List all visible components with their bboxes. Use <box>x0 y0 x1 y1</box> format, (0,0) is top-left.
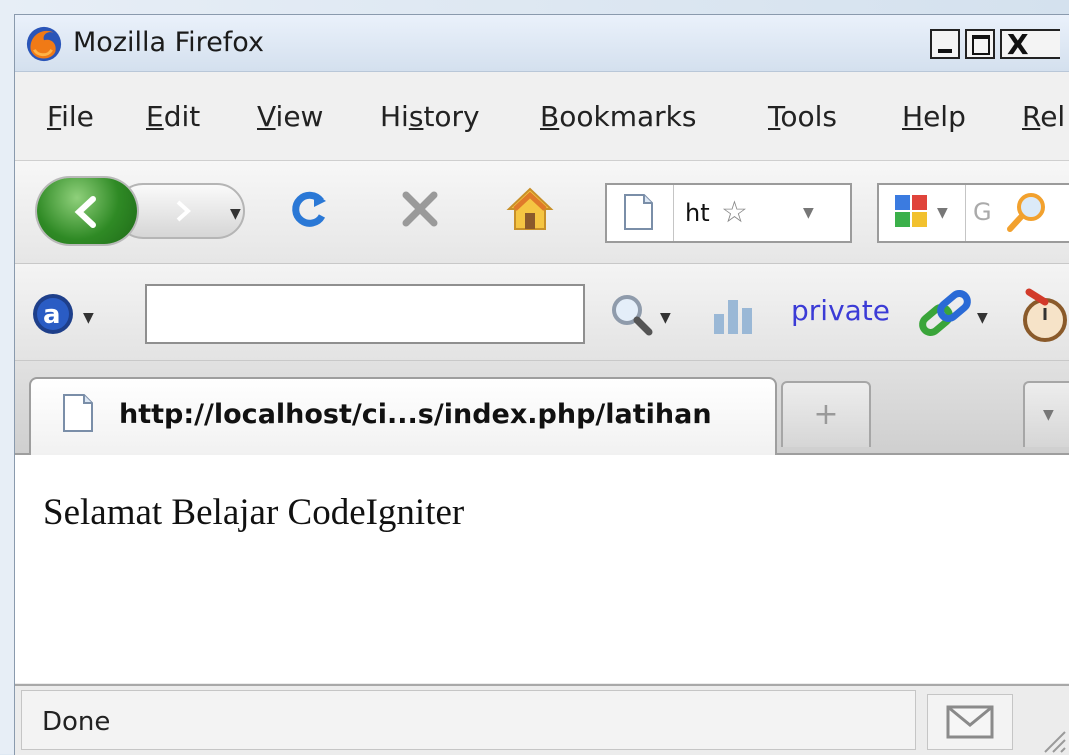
minimize-button[interactable] <box>930 29 960 59</box>
search-input[interactable]: G <box>973 198 992 226</box>
addon-search-input[interactable] <box>145 284 585 344</box>
chain-dropdown-icon[interactable]: ▼ <box>977 310 988 326</box>
url-input[interactable]: ht <box>685 199 710 227</box>
history-dropdown-icon[interactable]: ▼ <box>230 206 241 222</box>
search-divider <box>965 185 966 241</box>
addon-toolbar: a ▼ ▼ private ▼ <box>15 264 1069 361</box>
browser-window: Mozilla Firefox X File Edit View History… <box>14 14 1069 755</box>
menu-view[interactable]: View <box>257 100 323 133</box>
url-divider <box>673 185 674 241</box>
menu-bar: File Edit View History Bookmarks Tools H… <box>15 72 1069 161</box>
status-text: Done <box>42 707 111 737</box>
bar-chart-icon[interactable] <box>712 294 754 336</box>
page-content: Selamat Belajar CodeIgniter <box>15 455 1069 683</box>
magnifier-icon[interactable] <box>607 290 655 338</box>
engine-dropdown-icon[interactable]: ▼ <box>937 205 948 221</box>
gmail-icon <box>946 705 994 739</box>
home-icon[interactable] <box>505 185 555 231</box>
close-icon: X <box>1007 28 1029 61</box>
menu-history[interactable]: History <box>380 100 480 133</box>
maximize-button[interactable] <box>965 29 995 59</box>
gmail-button[interactable] <box>927 694 1013 750</box>
svg-text:a: a <box>43 300 61 330</box>
back-arrow-icon <box>74 196 96 228</box>
stopwatch-icon[interactable] <box>1015 286 1069 344</box>
page-icon <box>63 394 93 432</box>
firefox-icon <box>26 26 62 62</box>
search-engine-icon[interactable] <box>893 193 929 231</box>
title-bar[interactable]: Mozilla Firefox X <box>15 15 1069 72</box>
tab-active[interactable]: http://localhost/ci...s/index.php/latiha… <box>29 377 777 455</box>
menu-help[interactable]: Help <box>902 100 966 133</box>
private-link[interactable]: private <box>791 294 890 327</box>
magnifier-dropdown-icon[interactable]: ▼ <box>660 310 671 326</box>
menu-edit[interactable]: Edit <box>146 100 200 133</box>
tab-strip: http://localhost/ci...s/index.php/latiha… <box>15 361 1069 455</box>
tab-list-button[interactable]: ▼ <box>1023 381 1069 447</box>
url-dropdown-icon[interactable]: ▼ <box>803 205 814 221</box>
ask-dropdown-icon[interactable]: ▼ <box>83 310 94 326</box>
new-tab-button[interactable]: + <box>781 381 871 447</box>
navigation-toolbar: ▼ ht ☆ ▼ ▼ G <box>15 161 1069 264</box>
forward-arrow-icon <box>176 200 191 222</box>
stop-icon[interactable] <box>398 187 442 231</box>
ask-logo-icon[interactable]: a <box>31 292 75 336</box>
tab-title: http://localhost/ci...s/index.php/latiha… <box>119 399 712 430</box>
back-button[interactable] <box>37 178 137 244</box>
page-body-text: Selamat Belajar CodeIgniter <box>43 492 465 533</box>
status-bar: Done <box>15 684 1069 755</box>
window-title: Mozilla Firefox <box>73 27 264 58</box>
plus-icon: + <box>813 397 839 432</box>
search-go-icon[interactable] <box>1005 191 1049 235</box>
status-panel: Done <box>21 690 916 750</box>
url-bar[interactable]: ht ☆ ▼ <box>605 183 852 243</box>
resize-grip-icon[interactable] <box>1035 722 1069 755</box>
menu-rel[interactable]: Rel <box>1022 100 1065 133</box>
page-icon <box>624 194 653 230</box>
menu-tools[interactable]: Tools <box>768 100 837 133</box>
reload-icon[interactable] <box>290 189 330 229</box>
search-bar[interactable]: ▼ G <box>877 183 1069 243</box>
link-chain-icon[interactable] <box>917 286 973 342</box>
close-button[interactable]: X <box>1000 28 1060 61</box>
menu-file[interactable]: File <box>47 100 94 133</box>
menu-bookmarks[interactable]: Bookmarks <box>540 100 696 133</box>
chevron-down-icon: ▼ <box>1043 407 1054 423</box>
bookmark-star-icon[interactable]: ☆ <box>721 195 748 230</box>
